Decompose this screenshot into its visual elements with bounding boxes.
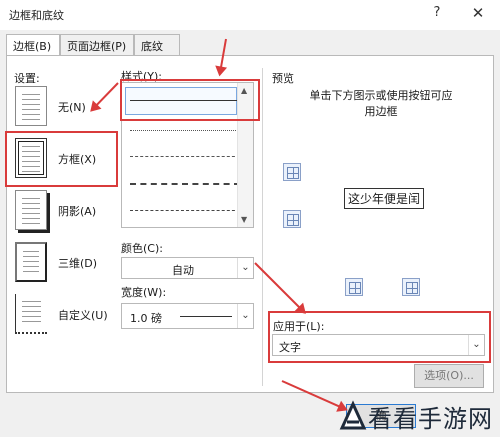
chevron-down-icon[interactable]: ⌄ xyxy=(237,304,253,328)
3d-preview-icon xyxy=(15,242,47,282)
apply-to-highlight xyxy=(268,311,491,363)
scroll-down-icon[interactable]: ▼ xyxy=(241,215,247,224)
tab-shading[interactable]: 底纹(S) xyxy=(134,34,180,67)
style-dashed-line[interactable] xyxy=(130,156,240,157)
shadow-preview-icon xyxy=(15,190,47,230)
setting-shadow-label: 阴影(A) xyxy=(58,205,97,218)
width-line-sample xyxy=(180,316,232,317)
close-button[interactable]: ✕ xyxy=(468,4,488,24)
setting-shadow[interactable]: 阴影(A) xyxy=(12,188,112,232)
dialog-title: 边框和底纹 xyxy=(9,9,64,22)
watermark-logo: 看看手游网 xyxy=(338,396,498,436)
right-border-button[interactable] xyxy=(402,278,420,296)
setting-3d[interactable]: 三维(D) xyxy=(12,240,112,284)
width-select[interactable]: 1.0 磅 ⌄ xyxy=(121,303,254,329)
left-border-button[interactable] xyxy=(345,278,363,296)
setting-custom-label: 自定义(U) xyxy=(58,309,108,322)
column-divider xyxy=(262,68,263,386)
title-bar: 边框和底纹 ? ✕ xyxy=(0,0,500,30)
style-dash-dot-line[interactable] xyxy=(130,210,240,211)
style-highlight xyxy=(120,79,260,121)
width-value: 1.0 磅 xyxy=(130,312,162,325)
setting-none-label: 无(N) xyxy=(58,101,86,114)
preview-heading: 预览 xyxy=(272,72,294,85)
preview-sample-text: 这少年便是闰 xyxy=(344,188,425,209)
custom-preview-icon xyxy=(15,294,47,334)
watermark-text: 看看手游网 xyxy=(368,405,493,433)
setting-custom[interactable]: 自定义(U) xyxy=(12,292,112,336)
help-button[interactable]: ? xyxy=(428,5,446,23)
style-dotted-line[interactable] xyxy=(130,130,240,131)
watermark-icon xyxy=(339,400,367,430)
preview-hint: 单击下方图示或使用按钮可应用边框 xyxy=(309,89,453,118)
box-setting-highlight xyxy=(5,131,118,187)
tab-page-border[interactable]: 页面边框(P) xyxy=(60,34,134,56)
none-preview-icon xyxy=(15,86,47,126)
width-heading: 宽度(W): xyxy=(121,286,167,299)
setting-3d-label: 三维(D) xyxy=(58,257,98,270)
style-long-dashed-line[interactable] xyxy=(130,183,240,185)
top-border-button[interactable] xyxy=(283,163,301,181)
chevron-down-icon[interactable]: ⌄ xyxy=(237,258,253,278)
tab-borders[interactable]: 边框(B) xyxy=(6,34,60,57)
color-value: 自动 xyxy=(172,264,194,277)
color-select[interactable]: 自动 ⌄ xyxy=(121,257,254,279)
color-heading: 颜色(C): xyxy=(121,242,163,255)
bottom-border-button[interactable] xyxy=(283,210,301,228)
options-button[interactable]: 选项(O)... xyxy=(414,364,484,388)
